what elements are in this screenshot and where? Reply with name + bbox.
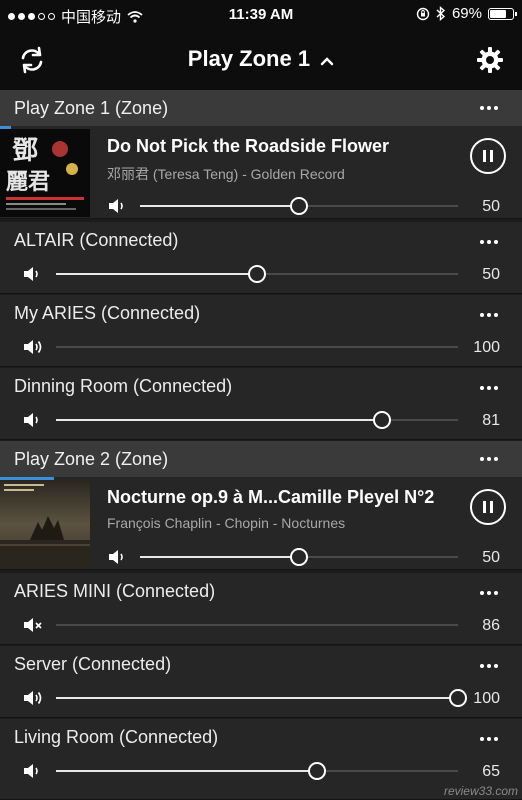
track-title: Do Not Pick the Roadside Flower — [107, 136, 390, 156]
device-name: Living Room (Connected) — [14, 727, 219, 747]
volume-slider-knob[interactable] — [290, 548, 308, 566]
device-row[interactable]: My ARIES (Connected) 100 — [0, 295, 522, 367]
pause-button[interactable] — [470, 489, 506, 525]
svg-text:麗君: 麗君 — [6, 169, 50, 195]
more-icon[interactable] — [478, 98, 500, 118]
now-playing-row[interactable]: 鄧 麗君 Do Not Pick the Roadside Flower 邓丽君… — [0, 126, 522, 219]
zone-header-label: Play Zone 1 (Zone) — [14, 98, 169, 118]
pause-button[interactable] — [470, 138, 506, 174]
volume-low-icon[interactable] — [22, 761, 44, 781]
volume-low-icon[interactable] — [107, 547, 129, 567]
album-art — [0, 480, 90, 568]
volume-slider[interactable] — [56, 614, 458, 636]
volume-slider-knob[interactable] — [372, 411, 391, 429]
volume-value: 50 — [482, 266, 500, 283]
volume-slider[interactable] — [140, 195, 458, 217]
gear-icon[interactable] — [474, 44, 506, 76]
device-row[interactable]: ALTAIR (Connected) 50 — [0, 222, 522, 294]
more-icon[interactable] — [478, 449, 500, 469]
album-art: 鄧 麗君 — [0, 129, 90, 217]
volume-slider[interactable] — [56, 687, 467, 709]
volume-slider[interactable] — [56, 409, 458, 431]
track-subtitle: François Chaplin - Chopin - Nocturnes — [107, 515, 346, 531]
volume-value: 50 — [482, 198, 500, 215]
chevron-up-icon — [321, 57, 334, 66]
volume-value: 65 — [482, 763, 500, 780]
device-row[interactable]: Server (Connected) 100 — [0, 646, 522, 718]
zone-selector[interactable]: Play Zone 1 — [0, 46, 522, 72]
volume-high-icon[interactable] — [22, 688, 44, 708]
more-icon[interactable] — [478, 583, 500, 603]
watermark: review33.com — [443, 784, 518, 798]
volume-mute-icon[interactable] — [22, 615, 44, 635]
volume-slider-knob[interactable] — [248, 265, 266, 283]
zone-header[interactable]: Play Zone 1 (Zone) — [0, 90, 522, 126]
volume-slider[interactable] — [56, 760, 458, 782]
device-name: Dinning Room (Connected) — [14, 376, 233, 396]
volume-slider-knob[interactable] — [308, 762, 327, 780]
more-icon[interactable] — [478, 656, 500, 676]
device-name: Server (Connected) — [14, 654, 172, 674]
svg-text:鄧: 鄧 — [12, 136, 38, 166]
nav-bar: Play Zone 1 — [0, 30, 522, 90]
more-icon[interactable] — [478, 232, 500, 252]
volume-low-icon[interactable] — [22, 264, 44, 284]
volume-slider[interactable] — [56, 336, 458, 358]
orientation-lock-icon — [416, 7, 430, 20]
more-icon[interactable] — [478, 729, 500, 749]
device-row[interactable]: Dinning Room (Connected) 81 — [0, 368, 522, 440]
volume-value: 81 — [482, 412, 500, 429]
now-playing-row[interactable]: Nocturne op.9 à M...Camille Pleyel N°2 F… — [0, 477, 522, 570]
zone-header[interactable]: Play Zone 2 (Zone) — [0, 441, 522, 477]
zone-selector-label: Play Zone 1 — [187, 46, 311, 71]
volume-value: 100 — [473, 690, 500, 707]
volume-low-icon[interactable] — [22, 410, 44, 430]
device-row[interactable]: ARIES MINI (Connected) 86 — [0, 573, 522, 645]
volume-slider[interactable] — [140, 546, 458, 568]
track-subtitle: 邓丽君 (Teresa Teng) - Golden Record — [107, 166, 345, 182]
volume-high-icon[interactable] — [22, 337, 44, 357]
bluetooth-icon — [436, 6, 446, 21]
volume-slider[interactable] — [56, 263, 458, 285]
volume-low-icon[interactable] — [107, 196, 129, 216]
status-bar: 中国移动 11:39 AM 69% — [0, 0, 522, 30]
zone-header-label: Play Zone 2 (Zone) — [14, 449, 169, 469]
device-name: ALTAIR (Connected) — [14, 230, 179, 250]
volume-value: 86 — [482, 617, 500, 634]
device-name: ARIES MINI (Connected) — [14, 581, 216, 601]
status-right: 69% — [416, 5, 517, 22]
volume-value: 100 — [473, 339, 500, 356]
battery-percent: 69% — [451, 5, 482, 22]
device-name: My ARIES (Connected) — [14, 303, 201, 323]
more-icon[interactable] — [478, 378, 500, 398]
more-icon[interactable] — [478, 305, 500, 325]
battery-icon — [488, 7, 517, 20]
volume-slider-knob[interactable] — [290, 197, 308, 215]
volume-value: 50 — [482, 549, 500, 566]
track-title: Nocturne op.9 à M...Camille Pleyel N°2 — [107, 487, 435, 507]
